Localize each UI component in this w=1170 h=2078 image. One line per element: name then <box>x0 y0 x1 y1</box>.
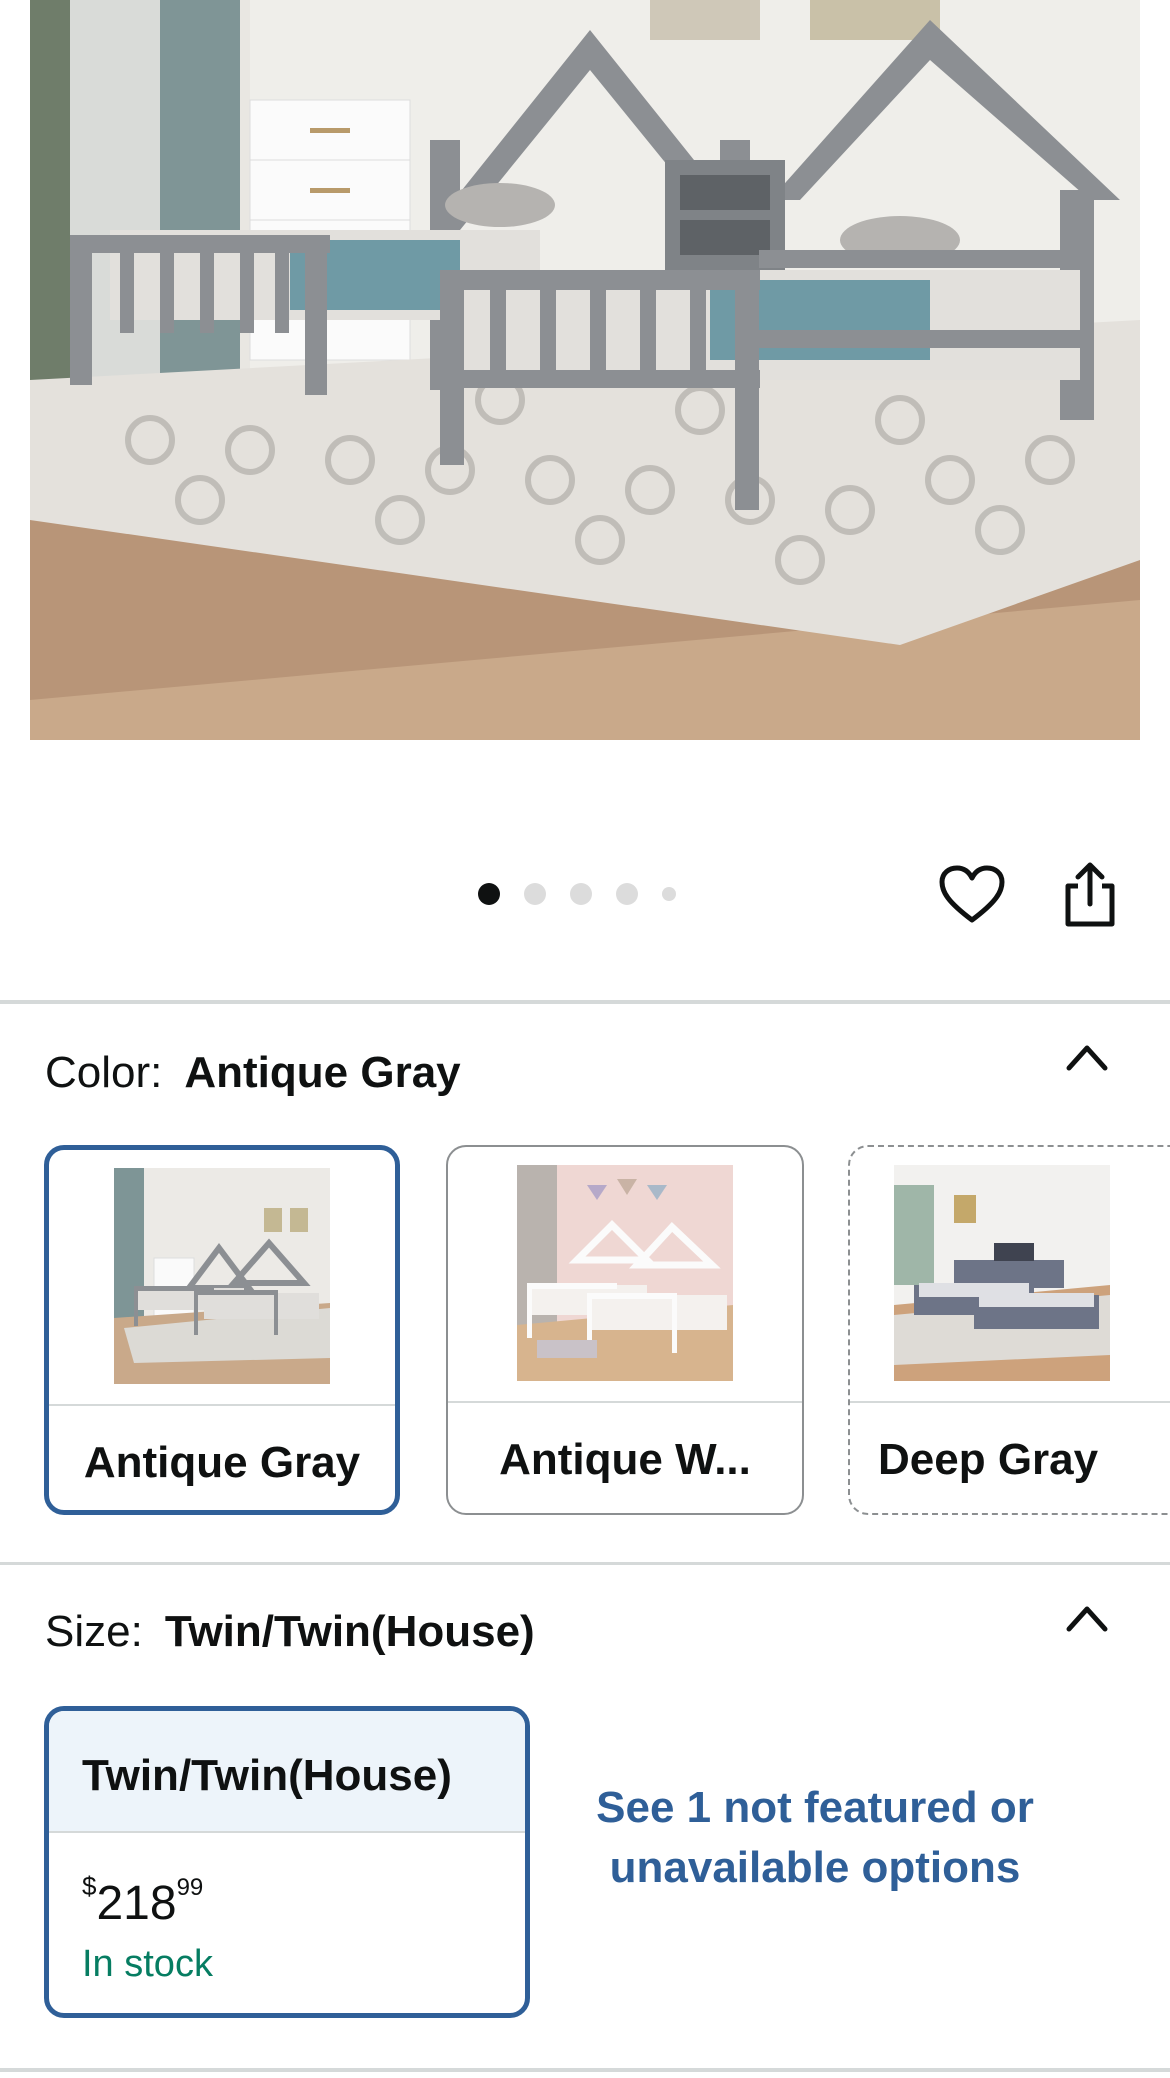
color-option-name: Antique W... <box>499 1435 751 1484</box>
section-divider <box>0 1000 1170 1004</box>
selected-color-value: Antique Gray <box>184 1048 461 1097</box>
carousel-dot[interactable] <box>662 887 676 901</box>
price-whole: 218 <box>96 1877 177 1930</box>
chevron-up-icon[interactable] <box>1065 1603 1109 1633</box>
carousel-dot[interactable] <box>478 883 500 905</box>
share-icon[interactable] <box>1060 860 1120 928</box>
carousel-dot[interactable] <box>524 883 546 905</box>
size-option-name: Twin/Twin(House) <box>49 1711 525 1833</box>
size-option-twin-twin-house[interactable]: Twin/Twin(House) $21899 In stock <box>44 1706 530 2018</box>
image-carousel-dots[interactable] <box>478 883 676 905</box>
carousel-dot[interactable] <box>616 883 638 905</box>
carousel-dot[interactable] <box>570 883 592 905</box>
color-option-name: Deep Gray <box>878 1435 1099 1484</box>
color-option-name: Antique Gray <box>83 1438 361 1487</box>
swatch-divider <box>448 1401 802 1403</box>
color-option-antique-gray[interactable]: Antique Gray <box>44 1145 400 1515</box>
swatch-divider <box>850 1401 1170 1403</box>
swatch-divider <box>49 1404 395 1406</box>
color-section-title: Color: Antique Gray <box>45 1048 461 1098</box>
color-option-thumbnail <box>894 1165 1110 1381</box>
section-divider <box>0 2068 1170 2072</box>
color-option-thumbnail <box>114 1168 330 1384</box>
color-label: Color: <box>45 1048 163 1097</box>
see-unavailable-options-link[interactable]: See 1 not featured or unavailable option… <box>565 1778 1065 1898</box>
selected-size-value: Twin/Twin(House) <box>164 1607 535 1656</box>
size-option-price: $21899 <box>82 1871 203 1931</box>
price-currency-symbol: $ <box>82 1871 97 1901</box>
chevron-up-icon[interactable] <box>1065 1042 1109 1072</box>
price-fraction: 99 <box>176 1874 204 1901</box>
heart-icon[interactable] <box>938 864 1006 926</box>
color-option-thumbnail <box>517 1165 733 1381</box>
color-option-antique-white[interactable]: Antique W... <box>446 1145 804 1515</box>
size-label: Size: <box>45 1607 143 1656</box>
availability-status: In stock <box>82 1943 213 1985</box>
size-section-title: Size: Twin/Twin(House) <box>45 1607 535 1657</box>
section-divider <box>0 1562 1170 1565</box>
product-main-image[interactable] <box>30 0 1140 740</box>
color-option-deep-gray[interactable]: Deep Gray <box>848 1145 1170 1515</box>
